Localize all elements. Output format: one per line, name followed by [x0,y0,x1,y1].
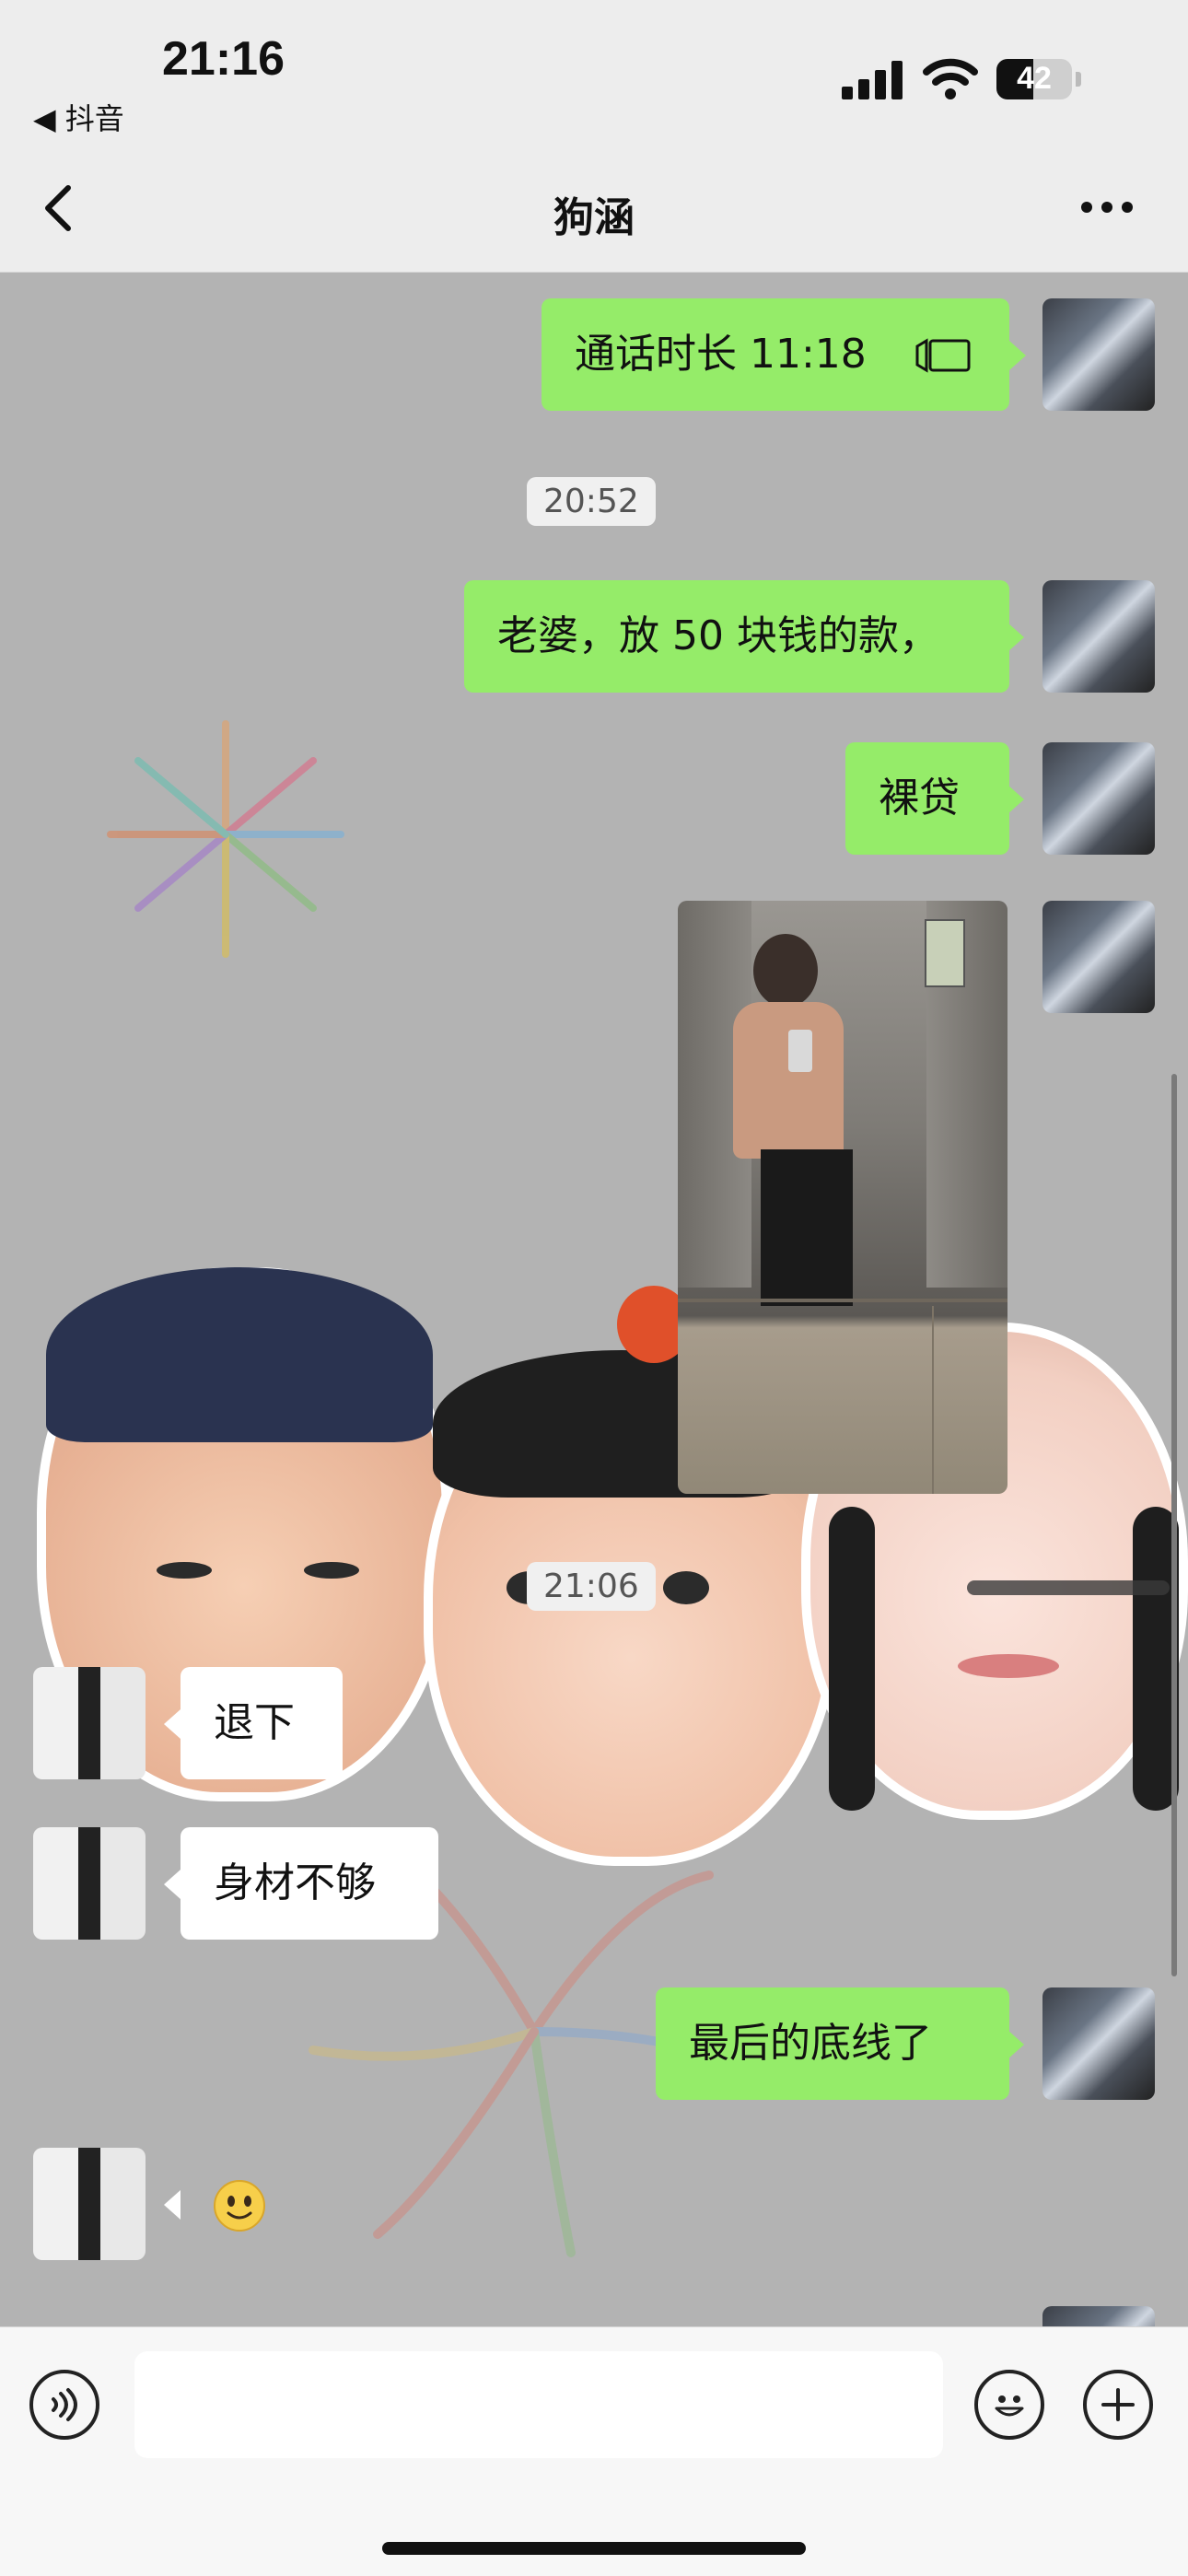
video-call-icon [915,338,971,373]
eye-shape [967,1580,1170,1595]
message-bubble[interactable]: 老婆，放 50 块钱的款， [464,580,1009,693]
person-torso [733,1002,844,1159]
wifi-icon [923,57,978,101]
cellular-signal-icon [842,59,906,99]
plus-button[interactable] [1083,2370,1153,2440]
bubble-tail [164,1709,181,1739]
contact-avatar[interactable] [33,1667,146,1779]
bubble-tail [164,2190,181,2220]
message-bubble[interactable]: 最后的底线了 [656,1987,1009,2100]
voice-button[interactable] [29,2370,99,2440]
person-head [753,934,818,1008]
more-options-button[interactable] [1079,193,1135,221]
call-duration-text: 通话时长 11:18 [575,331,867,378]
chat-area[interactable]: 通话时长 11:18 20:52 老婆，放 50 块钱的款， 裸贷 21:06 … [0,273,1188,2326]
plus-icon [1101,2388,1135,2421]
status-bar: 21:16 ◀ 抖音 42 [0,0,1188,147]
bubble-tail [1009,341,1026,370]
lips-shape [958,1654,1059,1678]
message-input[interactable] [134,2351,943,2458]
contact-avatar[interactable] [33,1827,146,1940]
back-to-app-link[interactable]: ◀ 抖音 [33,96,124,138]
status-time: 21:16 [162,32,285,86]
bubble-tail [1007,623,1024,652]
floor-line [678,1299,1007,1302]
message-bubble[interactable]: 身材不够 [181,1827,438,1940]
photo-message[interactable] [678,901,1007,1494]
firework-decoration [107,720,344,958]
chat-scrollbar[interactable] [1171,1074,1177,1976]
eye-shape [157,1562,212,1579]
eye-shape [663,1571,709,1604]
my-avatar[interactable] [1042,901,1155,1013]
call-duration-bubble[interactable]: 通话时长 11:18 [542,298,1009,411]
smile-emoji-icon [214,2180,265,2232]
message-timestamp: 21:06 [527,1562,656,1611]
person-shorts [761,1149,853,1306]
my-avatar[interactable] [1042,580,1155,693]
my-avatar[interactable] [1042,298,1155,411]
eye-shape [304,1562,359,1579]
emoji-button[interactable] [974,2370,1044,2440]
voice-icon [52,2388,77,2421]
my-avatar[interactable] [1042,742,1155,855]
chat-title: 狗涵 [553,194,635,241]
phone-shape [788,1030,812,1072]
cap-shape [46,1267,433,1442]
input-bar [0,2326,1188,2576]
emoji-icon [995,2395,1024,2417]
message-bubble[interactable]: 裸贷 [845,742,1009,855]
home-indicator[interactable] [382,2542,806,2555]
bubble-tail [1007,2030,1024,2059]
my-avatar[interactable] [1042,1987,1155,2100]
door-seam [932,1306,934,1494]
battery-level: 42 [1017,61,1052,96]
message-bubble[interactable]: 退下 [181,1667,343,1779]
message-timestamp: 20:52 [527,477,656,526]
bubble-tail [164,1870,181,1899]
elevator-notice [925,919,965,987]
my-avatar[interactable] [1042,2306,1155,2326]
battery-icon: 42 [996,59,1081,99]
contact-avatar[interactable] [33,2148,146,2260]
bubble-tail [1007,785,1024,814]
braid-shape [829,1507,875,1811]
